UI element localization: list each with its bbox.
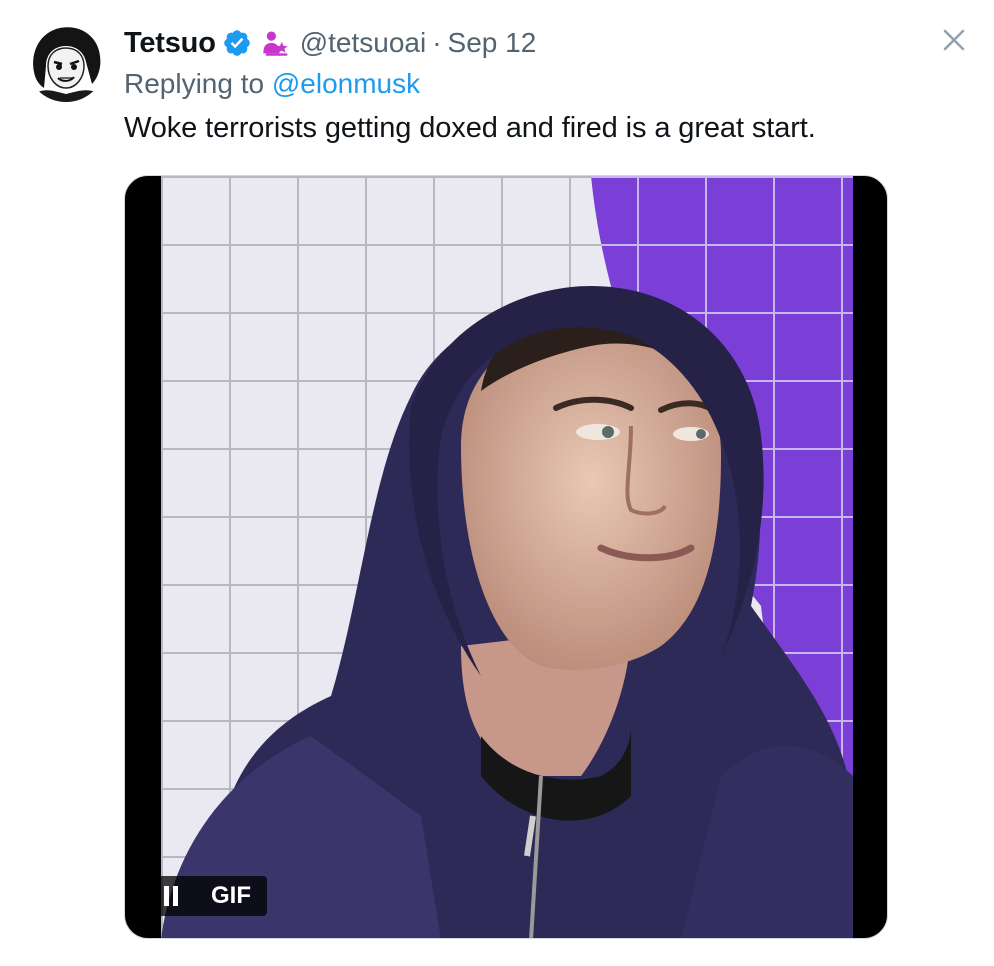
avatar-image — [26, 22, 106, 102]
author-handle[interactable]: @tetsuoai — [300, 27, 427, 59]
author-avatar[interactable] — [26, 22, 106, 102]
author-name[interactable]: Tetsuo — [124, 27, 216, 60]
tweet-text: Woke terrorists getting doxed and fired … — [124, 112, 816, 144]
separator-dot: · — [432, 27, 442, 58]
gif-frame — [161, 176, 853, 938]
pause-icon[interactable] — [147, 876, 195, 916]
reply-to-link[interactable]: @elonmusk — [272, 68, 420, 99]
tweet: Tetsuo @tetsuoai · Sep 12 Replying to @e… — [0, 0, 994, 966]
reply-prefix: Replying to — [124, 68, 265, 99]
gif-media[interactable]: GIF — [124, 175, 888, 939]
tweet-date[interactable]: Sep 12 — [448, 27, 537, 59]
reply-context: Replying to @elonmusk — [124, 68, 420, 100]
person-star-icon — [262, 28, 290, 58]
gif-badge: GIF — [195, 876, 267, 916]
tweet-header: Tetsuo @tetsuoai · Sep 12 — [124, 24, 536, 62]
verified-badge-icon — [222, 28, 252, 58]
close-icon[interactable] — [936, 22, 972, 58]
gif-controls: GIF — [147, 876, 267, 916]
